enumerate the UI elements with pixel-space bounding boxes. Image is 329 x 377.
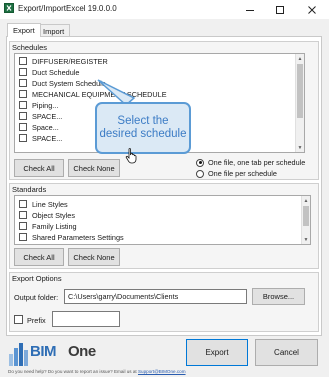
browse-button[interactable]: Browse... [252,288,305,305]
list-item-label: SPACE... [32,133,63,143]
list-item[interactable]: Duct Schedule [19,67,79,77]
checkbox[interactable] [19,211,27,219]
checkbox[interactable] [19,222,27,230]
list-item-label: Line Styles [32,199,68,209]
list-item[interactable]: Object Styles [19,210,75,220]
callout-text: Select the desired schedule [99,115,187,140]
list-item[interactable]: DIFFUSER/REGISTER [19,56,108,66]
title-bar: Export/ImportExcel 19.0.0.0 [0,0,329,19]
checkbox[interactable] [19,112,27,120]
logo-text-bim: BIM [30,343,57,360]
prefix-label: Prefix [27,316,46,325]
close-icon [308,5,316,14]
standards-check-none-button[interactable]: Check None [68,248,120,266]
list-item-label: SPACE... [32,111,63,121]
schedules-check-all-button[interactable]: Check All [14,159,64,177]
radio-label: One file per schedule [208,169,277,178]
list-item-label: Piping... [32,100,59,110]
maximize-button[interactable] [266,0,294,19]
standards-check-all-button[interactable]: Check All [14,248,64,266]
logo-bars-icon [9,343,28,366]
list-item-label: DIFFUSER/REGISTER [32,56,108,66]
radio-label: One file, one tab per schedule [208,158,306,167]
tab-export[interactable]: Export [7,23,41,37]
list-item[interactable]: Space... [19,122,59,132]
list-item[interactable]: MECHANICAL EQUIPMENT SCHEDULE [19,89,167,99]
scroll-thumb[interactable] [303,206,309,226]
window-title: Export/ImportExcel 19.0.0.0 [18,4,117,13]
export-button[interactable]: Export [186,339,248,366]
scroll-thumb[interactable] [297,64,303,118]
checkbox[interactable] [19,101,27,109]
list-item[interactable]: Line Styles [19,199,68,209]
excel-app-icon [4,3,14,13]
list-item[interactable]: Family Listing [19,221,77,231]
output-folder-label: Output folder: [14,293,59,302]
close-button[interactable] [298,0,326,19]
help-text: Do you need help? Do you want to report … [8,369,186,374]
support-email-link[interactable]: Support@BIMOne.com [138,369,186,374]
output-folder-field[interactable]: C:\Users\garry\Documents\Clients [64,289,247,304]
export-options-group-label: Export Options [12,274,62,283]
list-item[interactable]: Shared Parameters Settings [19,232,124,242]
help-text-message: Do you need help? Do you want to report … [8,369,137,374]
radio-one-tab-per-schedule[interactable]: One file, one tab per schedule [196,158,305,167]
scroll-up-arrow-icon[interactable]: ▲ [302,196,310,205]
minimize-button[interactable] [236,0,264,19]
standards-group-label: Standards [12,185,47,194]
list-item[interactable]: Piping... [19,100,58,110]
standards-scrollbar[interactable]: ▲ ▼ [301,196,310,244]
minimize-icon [246,9,254,11]
tutorial-callout: Select the desired schedule [95,102,191,154]
maximize-icon [276,5,284,14]
logo-text-one: One [68,343,96,360]
list-item[interactable]: SPACE... [19,133,62,143]
radio-one-file-per-schedule[interactable]: One file per schedule [196,169,277,178]
prefix-checkbox[interactable] [14,315,23,324]
checkbox[interactable] [19,233,27,241]
list-item-label: Duct System Schedule [32,78,106,88]
schedules-group-label: Schedules [12,43,48,52]
prefix-field[interactable] [52,311,120,327]
list-item-label: Object Styles [32,210,75,220]
checkbox[interactable] [19,123,27,131]
list-item-label: Duct Schedule [32,67,80,77]
list-item[interactable]: SPACE... [19,111,62,121]
standards-list[interactable]: Line Styles Object Styles Family Listing… [14,195,311,245]
list-item-label: Shared Parameters Settings [32,232,124,242]
radio-button[interactable] [196,158,204,167]
cancel-button[interactable]: Cancel [255,339,318,366]
schedules-scrollbar[interactable]: ▲ ▼ [295,54,304,152]
checkbox[interactable] [19,79,27,87]
checkbox[interactable] [19,200,27,208]
hand-pointer-icon [125,148,137,164]
checkbox[interactable] [19,57,27,65]
checkbox[interactable] [19,134,27,142]
scroll-down-arrow-icon[interactable]: ▼ [296,143,304,152]
list-item[interactable]: Duct System Schedule [19,78,106,88]
list-item-label: Family Listing [32,221,77,231]
checkbox[interactable] [19,68,27,76]
scroll-up-arrow-icon[interactable]: ▲ [296,54,304,63]
schedules-check-none-button[interactable]: Check None [68,159,120,177]
scroll-down-arrow-icon[interactable]: ▼ [302,235,310,244]
radio-button[interactable] [196,169,204,178]
checkbox[interactable] [19,90,27,98]
list-item-label: Space... [32,122,59,132]
